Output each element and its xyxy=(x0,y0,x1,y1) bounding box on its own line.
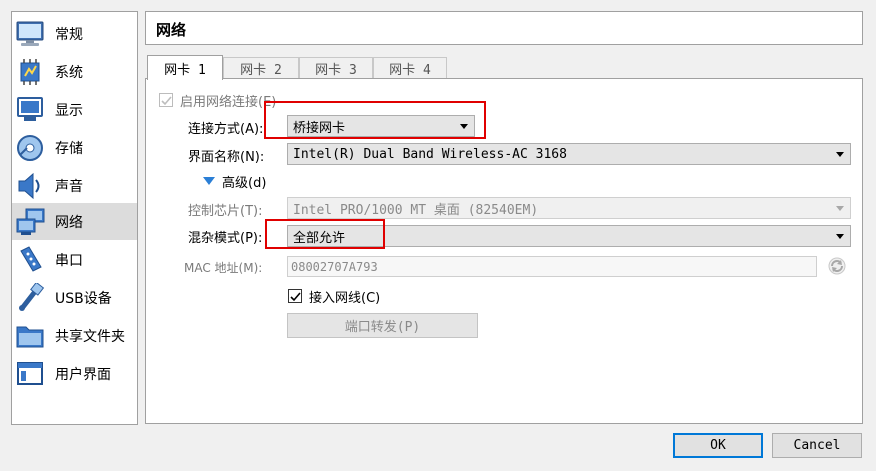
sidebar-item-serial[interactable]: 串口 xyxy=(12,241,137,278)
chevron-down-icon xyxy=(460,124,468,129)
cable-connected-checkbox[interactable] xyxy=(288,289,302,303)
tab-adapter-3[interactable]: 网卡 3 xyxy=(299,57,373,79)
enable-adapter-label: 启用网络连接(E) xyxy=(180,95,277,110)
adapter-type-select[interactable]: Intel PRO/1000 MT 桌面 (82540EM) xyxy=(287,197,851,219)
folder-icon xyxy=(15,321,47,351)
sidebar-item-label: USB设备 xyxy=(55,290,112,307)
port-forwarding-button[interactable]: 端口转发(P) xyxy=(287,313,478,338)
sidebar-item-label: 网络 xyxy=(55,214,83,231)
usb-icon xyxy=(15,281,47,313)
adapter-type-label: 控制芯片(T): xyxy=(188,204,263,219)
interface-name-select[interactable]: Intel(R) Dual Band Wireless-AC 3168 xyxy=(287,143,851,165)
mac-address-label: MAC 地址(M): xyxy=(184,261,263,275)
disk-icon xyxy=(15,133,47,163)
tab-adapter-4[interactable]: 网卡 4 xyxy=(373,57,447,79)
sidebar-item-general[interactable]: 常规 xyxy=(12,15,137,52)
sidebar-item-label: 用户界面 xyxy=(55,366,111,383)
sidebar-item-label: 串口 xyxy=(55,252,83,269)
sidebar-item-label: 系统 xyxy=(55,64,83,81)
sidebar-item-usb[interactable]: USB设备 xyxy=(12,279,137,316)
sidebar-item-label: 显示 xyxy=(55,102,83,119)
monitor-icon xyxy=(15,19,47,49)
chevron-down-icon xyxy=(836,152,844,157)
sidebar-item-user-interface[interactable]: 用户界面 xyxy=(12,355,137,392)
window-icon xyxy=(15,359,47,389)
sidebar-item-network[interactable]: 网络 xyxy=(12,203,137,240)
enable-adapter-checkbox[interactable] xyxy=(159,93,173,107)
sidebar-item-display[interactable]: 显示 xyxy=(12,91,137,128)
sidebar-item-label: 声音 xyxy=(55,178,83,195)
chevron-down-icon xyxy=(836,234,844,239)
chevron-down-icon xyxy=(836,206,844,211)
page-title-box: 网络 xyxy=(145,11,863,45)
serial-port-icon xyxy=(15,245,47,275)
expand-triangle-icon[interactable] xyxy=(203,177,215,185)
attached-to-select[interactable]: 桥接网卡 xyxy=(287,115,475,137)
interface-name-value: Intel(R) Dual Band Wireless-AC 3168 xyxy=(293,146,567,162)
tab-adapter-2[interactable]: 网卡 2 xyxy=(223,57,299,79)
sidebar-item-label: 共享文件夹 xyxy=(55,328,125,345)
tab-adapter-1[interactable]: 网卡 1 xyxy=(147,55,223,80)
settings-sidebar: 常规 系统 显示 存储 声音 网络 串口 USB设备 共享文件夹 用户界面 xyxy=(11,11,138,425)
sidebar-item-audio[interactable]: 声音 xyxy=(12,167,137,204)
chip-icon xyxy=(15,57,47,87)
page-title: 网络 xyxy=(156,21,187,39)
promiscuous-mode-label: 混杂模式(P): xyxy=(188,231,263,246)
sidebar-item-label: 存储 xyxy=(55,140,83,157)
promiscuous-mode-value: 全部允许 xyxy=(293,230,346,246)
sidebar-item-system[interactable]: 系统 xyxy=(12,53,137,90)
attached-to-value: 桥接网卡 xyxy=(293,120,346,136)
sidebar-item-shared-folders[interactable]: 共享文件夹 xyxy=(12,317,137,354)
sidebar-item-label: 常规 xyxy=(55,26,83,43)
speaker-icon xyxy=(15,171,47,201)
interface-name-label: 界面名称(N): xyxy=(188,150,265,165)
cable-connected-label: 接入网线(C) xyxy=(309,291,381,306)
adapter-panel: 启用网络连接(E) 连接方式(A): 桥接网卡 界面名称(N): Intel(R… xyxy=(145,78,863,424)
display-icon xyxy=(15,95,47,125)
promiscuous-mode-select[interactable]: 全部允许 xyxy=(287,225,851,247)
adapter-type-value: Intel PRO/1000 MT 桌面 (82540EM) xyxy=(293,202,539,218)
advanced-toggle[interactable]: 高级(d) xyxy=(222,172,266,191)
attached-to-label: 连接方式(A): xyxy=(188,122,264,137)
sidebar-item-storage[interactable]: 存储 xyxy=(12,129,137,166)
network-icon xyxy=(15,207,47,237)
refresh-mac-icon[interactable] xyxy=(827,256,847,276)
mac-address-field[interactable]: 08002707A793 xyxy=(287,256,817,277)
ok-button[interactable]: OK xyxy=(673,433,763,458)
cancel-button[interactable]: Cancel xyxy=(772,433,862,458)
